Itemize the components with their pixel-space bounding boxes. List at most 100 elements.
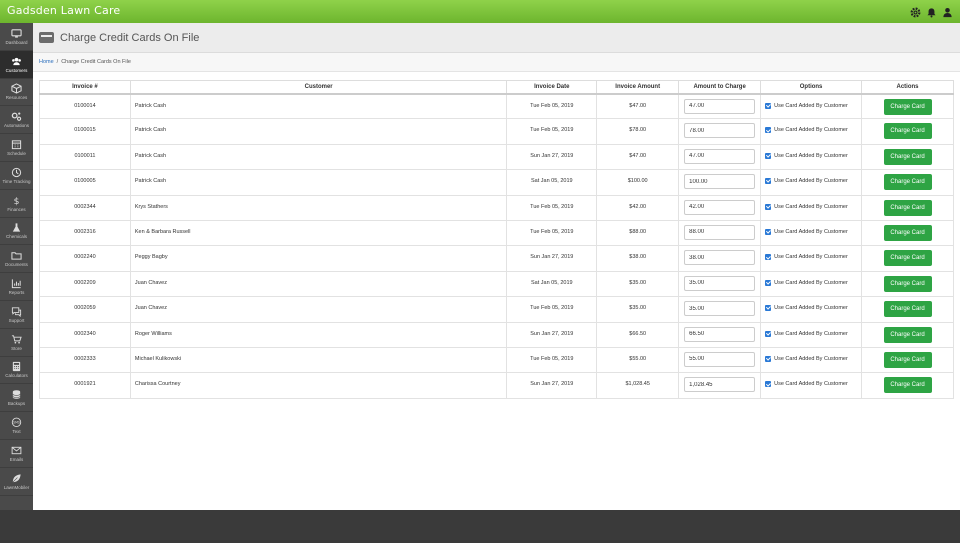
use-card-label: Use Card Added By Customer xyxy=(774,305,848,312)
use-card-checkbox[interactable] xyxy=(765,254,772,261)
invoice-date-cell: Sat Jan 05, 2019 xyxy=(506,270,598,298)
sidebar-item-time-tracking[interactable]: Time Tracking xyxy=(0,162,33,190)
actions-cell: Charge Card xyxy=(861,321,954,348)
use-card-option[interactable]: Use Card Added By Customer xyxy=(761,228,861,235)
invoice-date-cell: Tue Feb 05, 2019 xyxy=(506,346,598,374)
sidebar-item-automations[interactable]: Automations xyxy=(0,106,33,135)
amount-to-charge-input[interactable] xyxy=(684,301,756,317)
invoice-date-cell: Sun Jan 27, 2019 xyxy=(506,143,598,171)
use-card-checkbox[interactable] xyxy=(765,330,772,337)
use-card-option[interactable]: Use Card Added By Customer xyxy=(761,152,861,159)
use-card-checkbox[interactable] xyxy=(765,152,772,159)
charge-card-button[interactable]: Charge Card xyxy=(883,301,932,318)
use-card-checkbox[interactable] xyxy=(765,127,772,134)
customer-cell: Roger Williams xyxy=(129,321,508,348)
amount-to-charge-input[interactable] xyxy=(684,224,756,240)
use-card-option[interactable]: Use Card Added By Customer xyxy=(761,203,861,210)
charge-card-button[interactable]: Charge Card xyxy=(883,224,932,241)
use-card-option[interactable]: Use Card Added By Customer xyxy=(761,127,861,134)
invoice-date-cell: Tue Feb 05, 2019 xyxy=(506,194,598,221)
table-row: 0002209 Juan Chavez Sat Jan 05, 2019 $35.00… xyxy=(39,270,954,298)
use-card-label: Use Card Added By Customer xyxy=(774,228,848,235)
invoice-date-cell: Sun Jan 27, 2019 xyxy=(506,372,598,399)
charge-card-button[interactable]: Charge Card xyxy=(883,275,932,292)
use-card-checkbox[interactable] xyxy=(765,279,772,286)
charge-card-button[interactable]: Charge Card xyxy=(883,199,932,216)
header-invoice-amount: Invoice Amount xyxy=(596,80,680,95)
use-card-checkbox[interactable] xyxy=(765,203,772,210)
use-card-option[interactable]: Use Card Added By Customer xyxy=(761,330,861,337)
use-card-checkbox[interactable] xyxy=(765,355,772,362)
main-content: Charge Credit Cards On File Home / Charg… xyxy=(33,23,960,510)
sidebar-item-text[interactable]: SMS Text xyxy=(0,412,33,440)
sidebar-item-support[interactable]: Support xyxy=(0,301,33,329)
invoices-table: Invoice # Customer Invoice Date Invoice … xyxy=(39,80,954,399)
sidebar-item-emails[interactable]: Emails xyxy=(0,440,33,468)
table-row: 0001921 Charissa Courtney Sun Jan 27, 2019… xyxy=(39,372,954,399)
use-card-option[interactable]: Use Card Added By Customer xyxy=(761,254,861,261)
sidebar-item-documents[interactable]: Documents xyxy=(0,245,33,274)
charge-card-button[interactable]: Charge Card xyxy=(883,174,932,191)
user-icon[interactable] xyxy=(942,5,953,18)
gear-icon[interactable] xyxy=(910,5,921,18)
invoice-number-cell: 0002059 xyxy=(39,296,131,323)
use-card-checkbox[interactable] xyxy=(765,381,772,388)
amount-to-charge-input[interactable] xyxy=(684,174,756,190)
use-card-option[interactable]: Use Card Added By Customer xyxy=(761,178,861,185)
amount-to-charge-input[interactable] xyxy=(684,326,756,342)
amount-to-charge-input[interactable] xyxy=(684,148,756,164)
sidebar-item-lawnmobiler[interactable]: LawnMobiler xyxy=(0,468,33,496)
invoice-date-cell: Tue Feb 05, 2019 xyxy=(506,118,598,145)
cart-icon xyxy=(11,335,22,344)
charge-card-button[interactable]: Charge Card xyxy=(883,250,932,267)
invoice-amount-cell: $1,028.45 xyxy=(596,372,680,399)
sidebar-item-reports[interactable]: Reports xyxy=(0,273,33,301)
breadcrumb-home-link[interactable]: Home xyxy=(39,59,54,65)
sidebar-item-store[interactable]: Store xyxy=(0,329,33,357)
charge-card-button[interactable]: Charge Card xyxy=(883,98,932,115)
invoices-table-wrapper: Invoice # Customer Invoice Date Invoice … xyxy=(39,80,954,399)
invoice-amount-cell: $100.00 xyxy=(596,169,680,196)
use-card-checkbox[interactable] xyxy=(765,228,772,235)
amount-to-charge-input[interactable] xyxy=(684,250,756,266)
amount-to-charge-input[interactable] xyxy=(684,377,756,393)
invoice-date-cell: Sun Jan 27, 2019 xyxy=(506,321,598,348)
folder-icon xyxy=(11,252,22,260)
options-cell: Use Card Added By Customer xyxy=(760,143,863,171)
sidebar-item-dashboard[interactable]: Dashboard xyxy=(0,23,33,51)
sidebar-item-resources[interactable]: Resources xyxy=(0,79,33,107)
sidebar-item-schedule[interactable]: Schedule xyxy=(0,134,33,162)
charge-card-button[interactable]: Charge Card xyxy=(883,148,932,165)
use-card-option[interactable]: Use Card Added By Customer xyxy=(761,381,861,388)
use-card-option[interactable]: Use Card Added By Customer xyxy=(761,305,861,312)
sidebar-item-finances[interactable]: $ Finances xyxy=(0,190,33,218)
header-invoice[interactable]: Invoice # xyxy=(39,80,131,95)
customer-cell: Michael Kulikowski xyxy=(129,346,508,374)
use-card-option[interactable]: Use Card Added By Customer xyxy=(761,279,861,286)
charge-card-button[interactable]: Charge Card xyxy=(883,326,932,343)
sidebar-item-customers[interactable]: Customers xyxy=(0,50,33,79)
bell-icon[interactable] xyxy=(926,5,937,18)
charge-card-button[interactable]: Charge Card xyxy=(883,123,932,140)
sidebar-item-chemicals[interactable]: Chemicals xyxy=(0,218,33,246)
amount-to-charge-input[interactable] xyxy=(684,275,756,291)
amount-to-charge-input[interactable] xyxy=(684,98,756,114)
charge-card-button[interactable]: Charge Card xyxy=(883,377,932,394)
amount-to-charge-input[interactable] xyxy=(684,123,756,139)
invoice-number-cell: 0002209 xyxy=(39,270,131,298)
use-card-checkbox[interactable] xyxy=(765,178,772,185)
charge-card-button[interactable]: Charge Card xyxy=(883,351,932,368)
customer-cell: Patrick Cash xyxy=(129,118,508,145)
credit-card-icon xyxy=(39,32,54,43)
use-card-checkbox[interactable] xyxy=(765,102,772,109)
amount-to-charge-input[interactable] xyxy=(684,351,756,367)
amount-to-charge-input[interactable] xyxy=(684,199,756,215)
use-card-option[interactable]: Use Card Added By Customer xyxy=(761,102,861,109)
use-card-option[interactable]: Use Card Added By Customer xyxy=(761,355,861,362)
sidebar-item-calculators[interactable]: Calculators xyxy=(0,357,33,385)
amount-to-charge-cell xyxy=(678,194,762,221)
actions-cell: Charge Card xyxy=(861,372,954,399)
use-card-checkbox[interactable] xyxy=(765,305,772,312)
header-actions: Actions xyxy=(861,80,954,95)
sidebar-item-backups[interactable]: Backups xyxy=(0,384,33,413)
